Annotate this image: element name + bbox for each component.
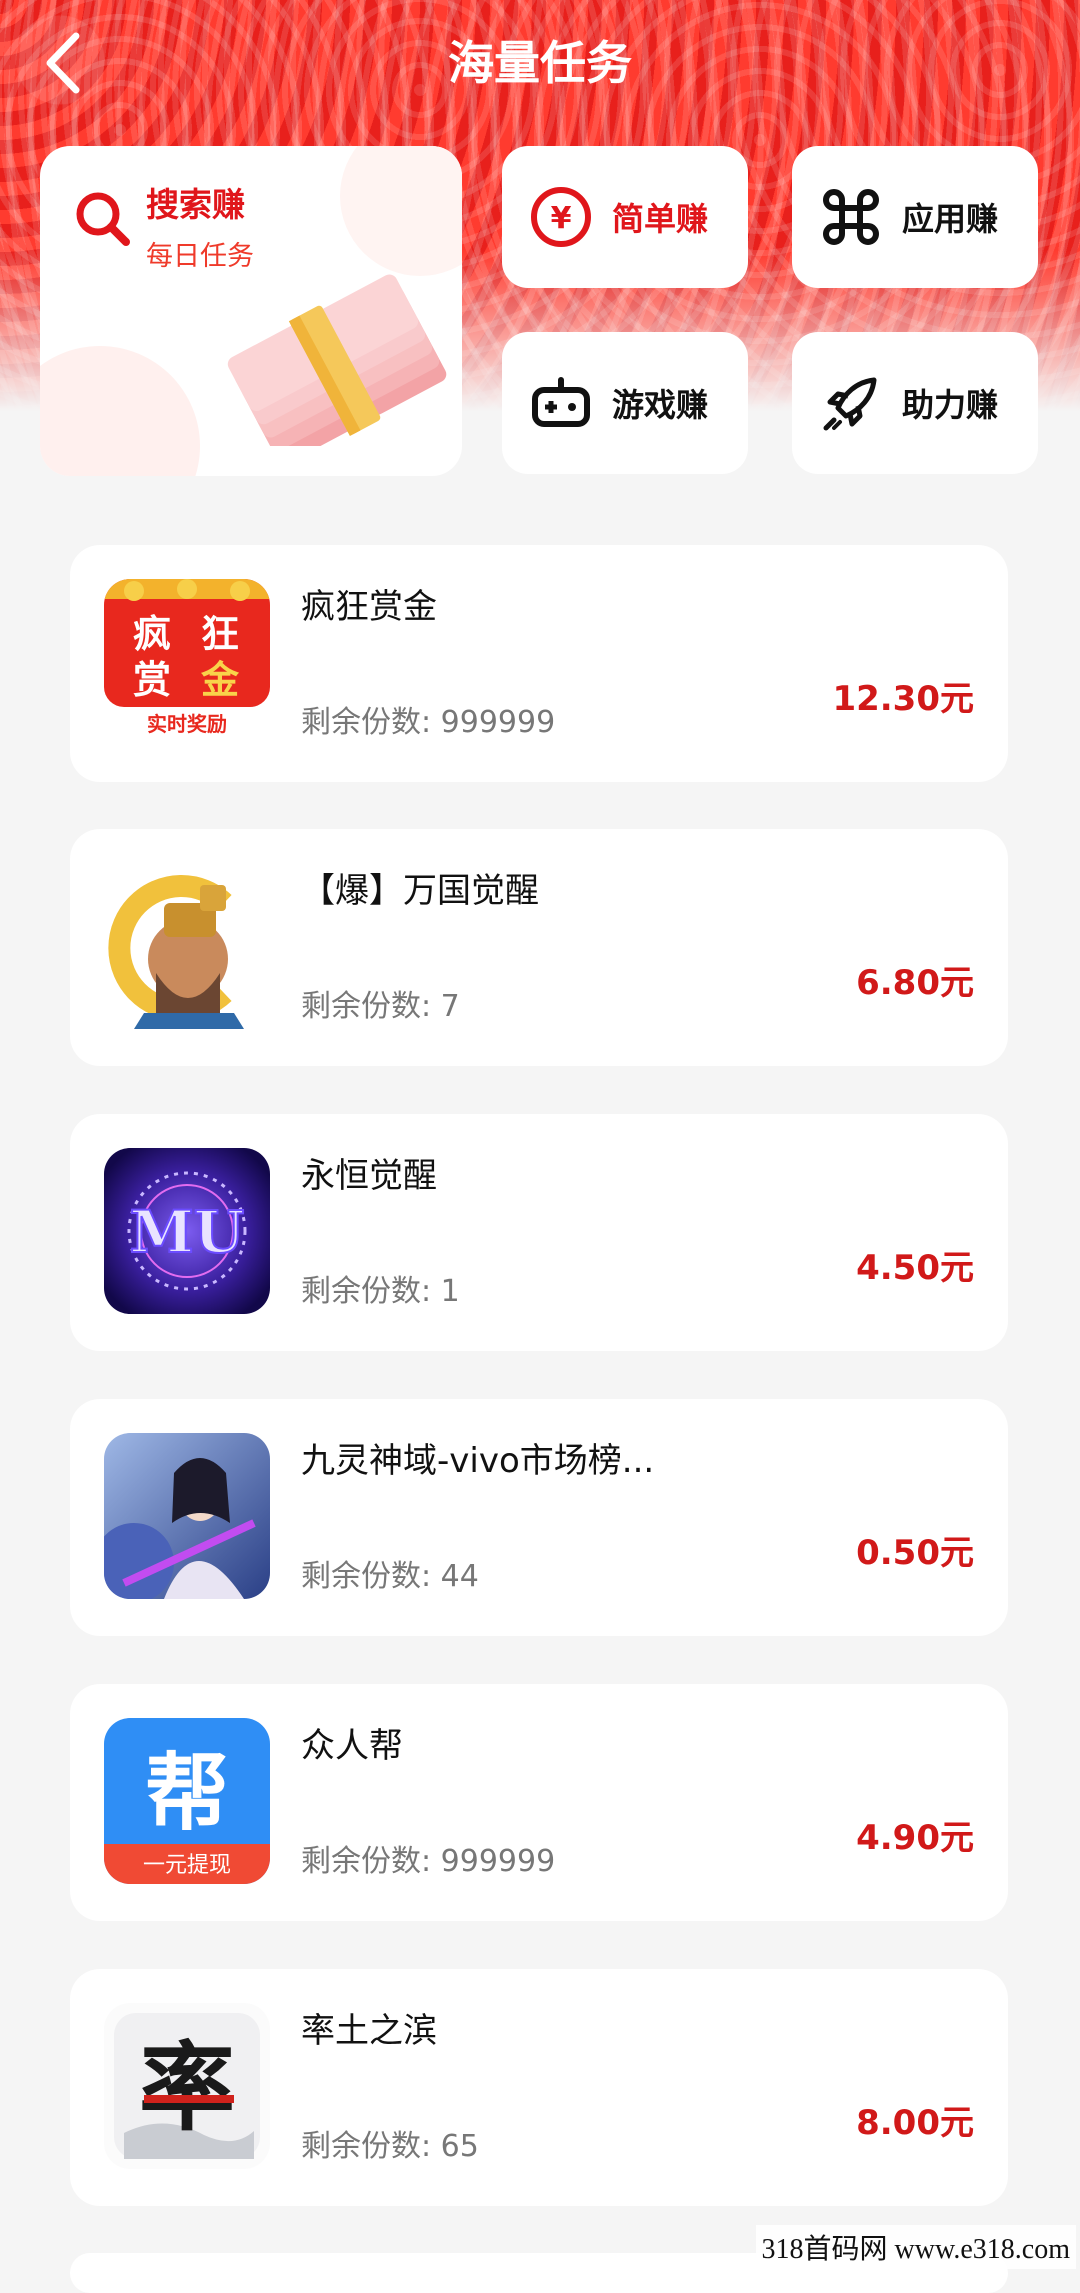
icon-char: 赏 bbox=[133, 658, 171, 702]
app-icon bbox=[104, 863, 270, 1029]
task-remaining: 剩余份数: 7 bbox=[301, 989, 460, 1024]
app-earn-card[interactable]: 应用赚 bbox=[792, 146, 1038, 288]
icon-text: MU bbox=[130, 1198, 245, 1266]
task-price: 4.50元 bbox=[856, 1248, 974, 1288]
search-earn-title: 搜索赚 bbox=[146, 185, 245, 224]
task-name: 众人帮 bbox=[301, 1726, 403, 1766]
yuan-coin-icon: ¥ bbox=[531, 187, 591, 247]
task-remaining: 剩余份数: 65 bbox=[301, 2129, 479, 2164]
task-remaining: 剩余份数: 44 bbox=[301, 1559, 479, 1594]
page-title: 海量任务 bbox=[448, 36, 632, 90]
boost-earn-card[interactable]: 助力赚 bbox=[792, 332, 1038, 474]
app-icon: MU bbox=[104, 1148, 270, 1314]
app-icon bbox=[104, 1433, 270, 1599]
task-name: 【爆】万国觉醒 bbox=[301, 871, 539, 911]
task-remaining: 剩余份数: 999999 bbox=[301, 1844, 556, 1879]
task-name: 九灵神域-vivo市场榜... bbox=[301, 1441, 655, 1481]
task-remaining: 剩余份数: 999999 bbox=[301, 705, 556, 740]
task-item[interactable]: MU 永恒觉醒 剩余份数: 1 4.50元 bbox=[70, 1114, 1008, 1351]
icon-char: 疯 bbox=[133, 612, 171, 656]
task-price: 8.00元 bbox=[856, 2103, 974, 2143]
decorative-circle bbox=[40, 346, 200, 476]
rocket-icon bbox=[823, 377, 877, 431]
icon-char: 狂 bbox=[201, 612, 239, 656]
simple-earn-card[interactable]: ¥ 简单赚 bbox=[502, 146, 748, 288]
task-item[interactable]: 九灵神域-vivo市场榜... 剩余份数: 44 0.50元 bbox=[70, 1399, 1008, 1636]
gamepad-icon bbox=[532, 377, 590, 427]
task-name: 疯狂赏金 bbox=[301, 587, 437, 627]
app-icon: 疯 狂 赏 金 实时奖励 bbox=[104, 579, 270, 745]
cash-stack-icon bbox=[227, 274, 447, 446]
search-icon bbox=[76, 192, 130, 246]
task-item[interactable]: 帮 一元提现 众人帮 剩余份数: 999999 4.90元 bbox=[70, 1684, 1008, 1921]
svg-text:¥: ¥ bbox=[551, 201, 572, 236]
task-remaining: 剩余份数: 1 bbox=[301, 1274, 460, 1309]
search-earn-card[interactable]: 搜索赚 每日任务 bbox=[40, 146, 462, 476]
task-item[interactable]: 疯 狂 赏 金 实时奖励 疯狂赏金 剩余份数: 999999 12.30元 bbox=[70, 545, 1008, 782]
boost-earn-label: 助力赚 bbox=[902, 386, 999, 424]
task-name: 率土之滨 bbox=[301, 2011, 437, 2051]
task-item[interactable]: 率 率土之滨 剩余份数: 65 8.00元 bbox=[70, 1969, 1008, 2206]
game-earn-card[interactable]: 游戏赚 bbox=[502, 332, 748, 474]
game-earn-label: 游戏赚 bbox=[612, 386, 709, 424]
app-earn-label: 应用赚 bbox=[902, 200, 999, 238]
icon-text: 帮 bbox=[145, 1744, 229, 1842]
icon-subtext: 一元提现 bbox=[143, 1853, 231, 1878]
simple-earn-label: 简单赚 bbox=[612, 200, 709, 238]
icon-char: 金 bbox=[200, 658, 240, 702]
task-price: 6.80元 bbox=[856, 963, 974, 1003]
command-icon bbox=[823, 189, 879, 245]
task-price: 0.50元 bbox=[856, 1533, 974, 1573]
task-price: 4.90元 bbox=[856, 1818, 974, 1858]
task-price: 12.30元 bbox=[832, 679, 974, 719]
app-icon: 帮 一元提现 bbox=[104, 1718, 270, 1884]
watermark: 318首码网 www.e318.com bbox=[755, 2225, 1076, 2269]
task-item[interactable]: 【爆】万国觉醒 剩余份数: 7 6.80元 bbox=[70, 829, 1008, 1066]
icon-subtext: 实时奖励 bbox=[147, 712, 227, 736]
icon-text: 率 bbox=[139, 2031, 235, 2144]
task-name: 永恒觉醒 bbox=[301, 1156, 437, 1196]
app-icon: 率 bbox=[104, 2003, 270, 2169]
